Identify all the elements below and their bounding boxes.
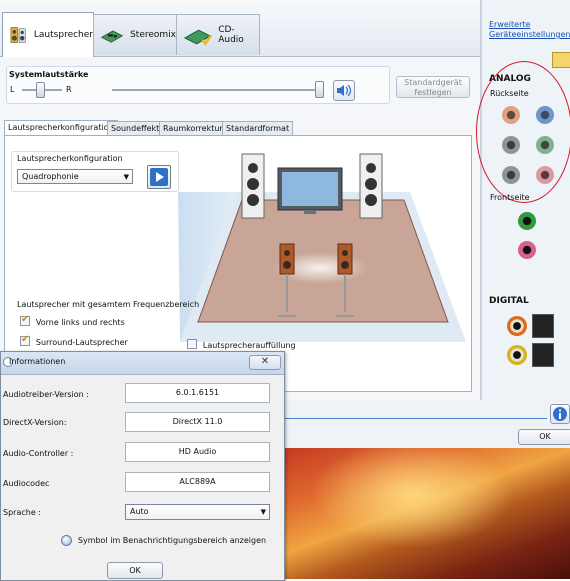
balance-right-label: R [66, 85, 72, 94]
digital-heading: DIGITAL [489, 296, 529, 306]
speaker-config-value: Quadrophonie [22, 172, 79, 181]
audio-codec-value: ALC889A [125, 472, 270, 492]
balance-left-label: L [10, 85, 15, 94]
language-select[interactable]: Auto ▼ [125, 504, 270, 520]
directx-version-label: DirectX-Version: [3, 418, 67, 427]
info-icon [553, 407, 567, 421]
volume-slider-thumb[interactable] [315, 81, 324, 98]
audio-controller-label: Audio-Controller : [3, 449, 74, 458]
set-default-device-button[interactable]: Standardgerät festlegen [396, 76, 470, 98]
jack-back-grey[interactable] [502, 136, 520, 154]
driver-version-value: 6.0.1.6151 [125, 383, 270, 403]
surround-checkbox[interactable]: Surround-Lautsprecher [20, 334, 128, 349]
circuit-board-icon [100, 30, 124, 43]
tab-room-correction[interactable]: Raumkorrektur [159, 121, 227, 135]
dialog-title: Informationen [9, 357, 66, 366]
jack-back-orange[interactable] [502, 106, 520, 124]
information-dialog: Informationen ✕ Audiotreiber-Version : 6… [0, 351, 285, 581]
dialog-ok-button[interactable]: OK [107, 562, 163, 579]
speaker-config-select[interactable]: Quadrophonie ▼ [17, 169, 133, 184]
red-annotation-ellipse [476, 61, 570, 203]
tray-icon-option[interactable]: Symbol im Benachrichtigungsbereich anzei… [61, 535, 266, 546]
info-button[interactable] [550, 404, 570, 424]
jack-front-pink[interactable] [518, 241, 536, 259]
tab-default-format[interactable]: Standardformat [222, 121, 294, 135]
volume-title: Systemlautstärke [9, 70, 89, 79]
jack-back-pink[interactable] [536, 166, 554, 184]
mute-button[interactable] [333, 80, 355, 101]
front-lr-label: Vorne links und rechts [35, 318, 125, 327]
checkbox-unchecked [187, 339, 197, 349]
driver-version-label: Audiotreiber-Version : [3, 390, 89, 399]
dialog-close-button[interactable]: ✕ [249, 355, 281, 370]
optical-out-port-icon[interactable] [532, 314, 554, 338]
speaker-room-visualization [178, 153, 466, 342]
tab-stereomix-label: Stereomix [130, 30, 176, 40]
tab-speaker-configuration[interactable]: Lautsprecherkonfiguration [4, 120, 118, 136]
front-panel-label: Frontseite [490, 193, 530, 202]
checkbox-checked [20, 314, 30, 326]
jack-front-green[interactable] [518, 212, 536, 230]
language-label: Sprache : [3, 508, 41, 517]
advanced-settings-link[interactable]: Erweiterte Geräteeinstellungen [489, 20, 570, 40]
close-icon: ✕ [260, 356, 270, 367]
optical-in-port-icon[interactable] [532, 343, 554, 367]
tray-option-label: Symbol im Benachrichtigungsbereich anzei… [77, 536, 267, 545]
play-icon [150, 168, 168, 186]
fullrange-label: Lautsprecher mit gesamtem Frequenzbereic… [17, 300, 200, 309]
surround-label: Surround-Lautsprecher [35, 338, 128, 347]
radio-button [61, 535, 72, 546]
chevron-down-icon: ▼ [260, 508, 266, 516]
divider-line [283, 418, 547, 419]
play-test-button[interactable] [147, 165, 171, 189]
tab-speakers-label: Lautsprecher [33, 30, 93, 40]
main-ok-button[interactable]: OK [518, 429, 570, 445]
coaxial-out-orange-jack[interactable] [507, 316, 527, 336]
jack-back-blue[interactable] [536, 106, 554, 124]
chevron-down-icon: ▼ [123, 173, 129, 181]
background-photo [283, 448, 570, 579]
tab-speakers[interactable]: Lautsprecher [2, 12, 94, 57]
tab-sound-effect[interactable]: Soundeffekt [107, 121, 164, 135]
front-lr-checkbox[interactable]: Vorne links und rechts [20, 314, 125, 329]
jack-back-green[interactable] [536, 136, 554, 154]
audio-controller-value: HD Audio [125, 442, 270, 462]
speaker-fill-label: Lautsprecherauffüllung [202, 341, 296, 350]
tab-stereomix[interactable]: Stereomix [93, 14, 177, 55]
tab-cd-audio[interactable]: CD-Audio [176, 14, 260, 55]
jack-back-grey-2[interactable] [502, 166, 520, 184]
speaker-device-icon [10, 27, 26, 43]
circuit-board-icon [183, 29, 213, 46]
language-value: Auto [130, 507, 149, 516]
audio-codec-label: Audiocodec [3, 479, 50, 488]
directx-version-value: DirectX 11.0 [125, 412, 270, 432]
speaker-config-label: Lautsprecherkonfiguration [17, 154, 123, 163]
coaxial-in-yellow-jack[interactable] [507, 345, 527, 365]
folder-icon[interactable] [552, 52, 570, 68]
balance-slider-thumb[interactable] [36, 82, 45, 98]
tab-cd-audio-label: CD-Audio [218, 25, 244, 45]
speaker-volume-icon [337, 84, 352, 97]
checkbox-checked [20, 334, 30, 346]
volume-slider-track [112, 89, 322, 91]
